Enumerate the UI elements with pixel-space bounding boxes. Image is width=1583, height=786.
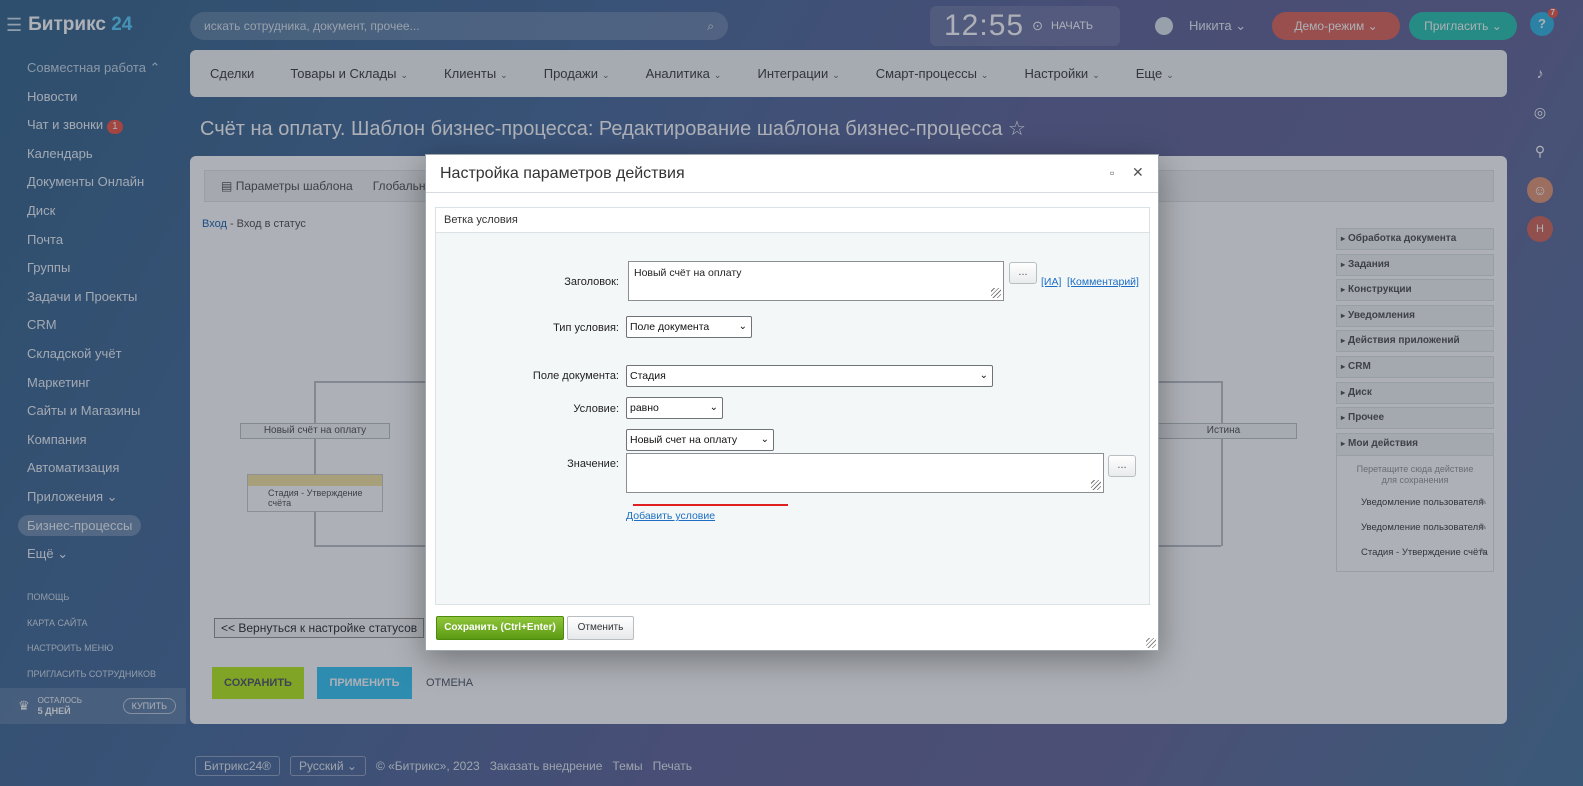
title-textarea[interactable]: Новый счёт на оплату (628, 261, 1004, 301)
dialog-header: Настройка параметров действия ▫ ✕ (426, 155, 1158, 193)
chevron-down-icon: ⌄ (709, 402, 718, 413)
comment-link[interactable]: [Комментарий] (1067, 276, 1139, 288)
condition-type-label: Тип условия: (553, 322, 619, 334)
value-label: Значение: (567, 458, 619, 470)
title-dots-button[interactable]: ... (1009, 262, 1037, 284)
chevron-down-icon: ⌄ (760, 434, 769, 445)
dialog-save-button[interactable]: Сохранить (Ctrl+Enter) (436, 616, 564, 640)
condition-select[interactable]: равно ⌄ (626, 397, 723, 419)
doc-field-select[interactable]: Стадия ⌄ (626, 365, 993, 387)
section-title: Ветка условия (436, 208, 1149, 233)
dialog-body: Ветка условия Заголовок: Новый счёт на о… (435, 207, 1150, 605)
title-label: Заголовок: (564, 276, 619, 288)
chevron-down-icon: ⌄ (738, 321, 747, 332)
dialog-cancel-button[interactable]: Отменить (567, 616, 634, 640)
add-condition-link[interactable]: Добавить условие (626, 510, 715, 522)
condition-type-select[interactable]: Поле документа ⌄ (626, 316, 752, 338)
highlight-underline (633, 504, 788, 506)
resize-handle[interactable] (1146, 638, 1156, 648)
value-textarea[interactable] (626, 453, 1104, 493)
doc-field-label: Поле документа: (532, 370, 619, 382)
close-icon[interactable]: ✕ (1132, 164, 1144, 181)
dialog-title: Настройка параметров действия (440, 165, 685, 182)
ia-link[interactable]: [ИА] (1041, 276, 1061, 288)
value-select[interactable]: Новый счет на оплату ⌄ (626, 429, 774, 451)
value-dots-button[interactable]: ... (1108, 455, 1136, 477)
chevron-down-icon: ⌄ (979, 370, 988, 381)
maximize-icon[interactable]: ▫ (1110, 166, 1114, 180)
condition-label: Условие: (573, 403, 619, 415)
action-settings-dialog: Настройка параметров действия ▫ ✕ Ветка … (425, 154, 1159, 651)
